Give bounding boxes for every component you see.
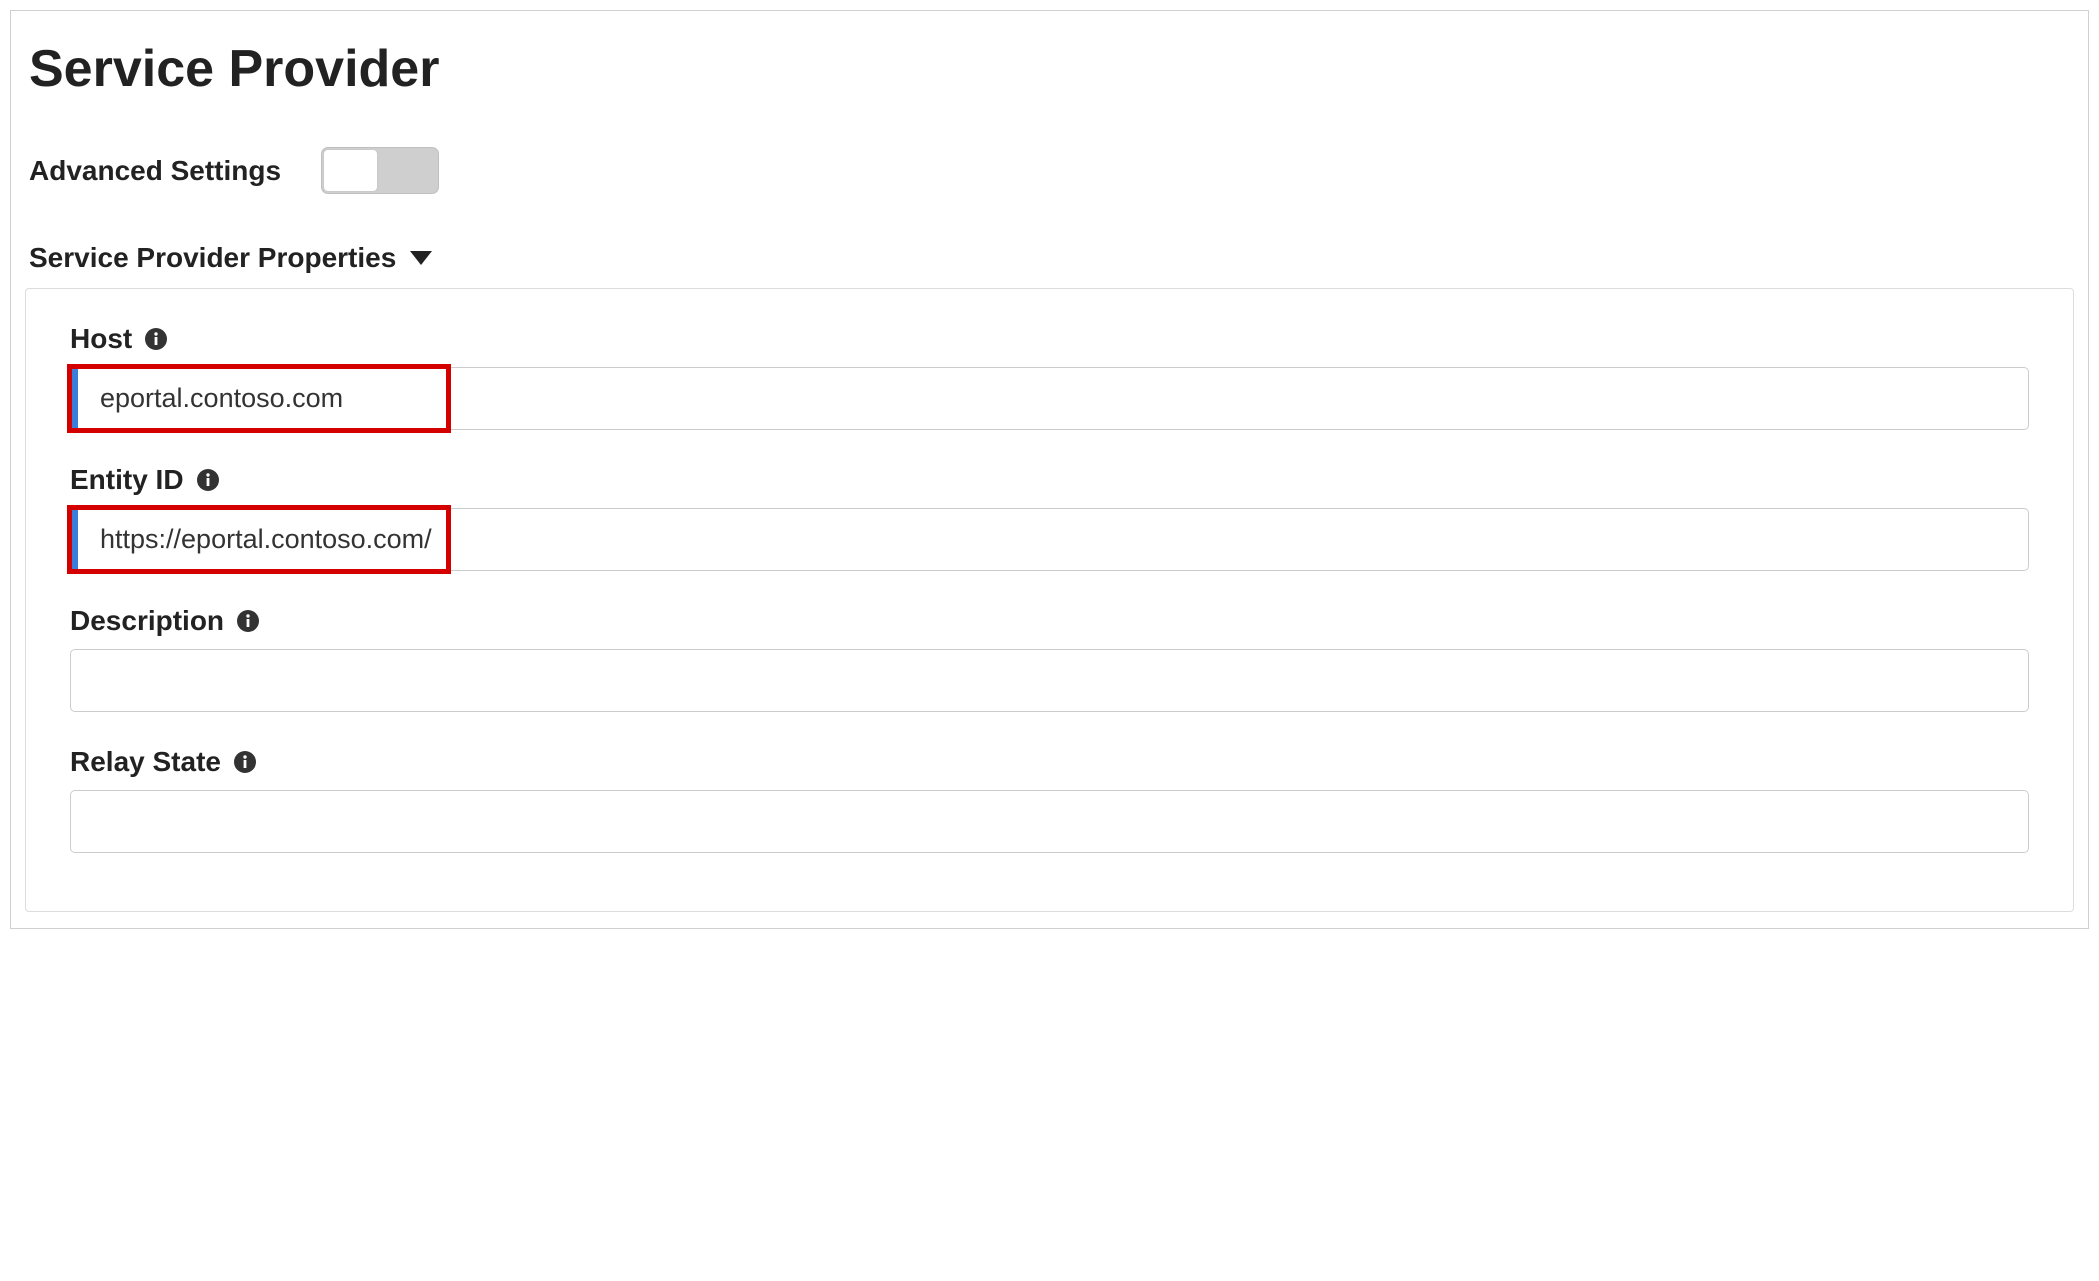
field-group-description: Description (70, 605, 2029, 712)
info-icon[interactable] (196, 468, 220, 492)
advanced-settings-label: Advanced Settings (29, 155, 281, 187)
entity-id-label: Entity ID (70, 464, 184, 496)
field-group-relay-state: Relay State (70, 746, 2029, 853)
info-icon[interactable] (233, 750, 257, 774)
field-group-entity-id: Entity ID (70, 464, 2029, 571)
entity-id-input[interactable] (70, 508, 2029, 571)
description-input[interactable] (70, 649, 2029, 712)
host-input[interactable] (70, 367, 2029, 430)
field-label-row-host: Host (70, 323, 2029, 355)
service-provider-panel: Service Provider Advanced Settings Servi… (10, 10, 2089, 929)
info-icon[interactable] (144, 327, 168, 351)
description-input-wrapper (70, 649, 2029, 712)
info-icon[interactable] (236, 609, 260, 633)
chevron-down-icon (410, 251, 432, 265)
relay-state-label: Relay State (70, 746, 221, 778)
section-title: Service Provider Properties (29, 242, 396, 274)
field-label-row-description: Description (70, 605, 2029, 637)
section-header[interactable]: Service Provider Properties (11, 218, 2088, 286)
field-group-host: Host (70, 323, 2029, 430)
page-title: Service Provider (11, 11, 2088, 109)
entity-id-input-wrapper (70, 508, 2029, 571)
advanced-settings-row: Advanced Settings (11, 109, 2088, 218)
advanced-settings-toggle[interactable] (321, 147, 439, 194)
relay-state-input-wrapper (70, 790, 2029, 853)
field-label-row-relay-state: Relay State (70, 746, 2029, 778)
properties-panel: Host Entity ID (25, 288, 2074, 912)
host-label: Host (70, 323, 132, 355)
description-label: Description (70, 605, 224, 637)
field-label-row-entity-id: Entity ID (70, 464, 2029, 496)
host-input-wrapper (70, 367, 2029, 430)
toggle-knob (323, 149, 378, 192)
relay-state-input[interactable] (70, 790, 2029, 853)
